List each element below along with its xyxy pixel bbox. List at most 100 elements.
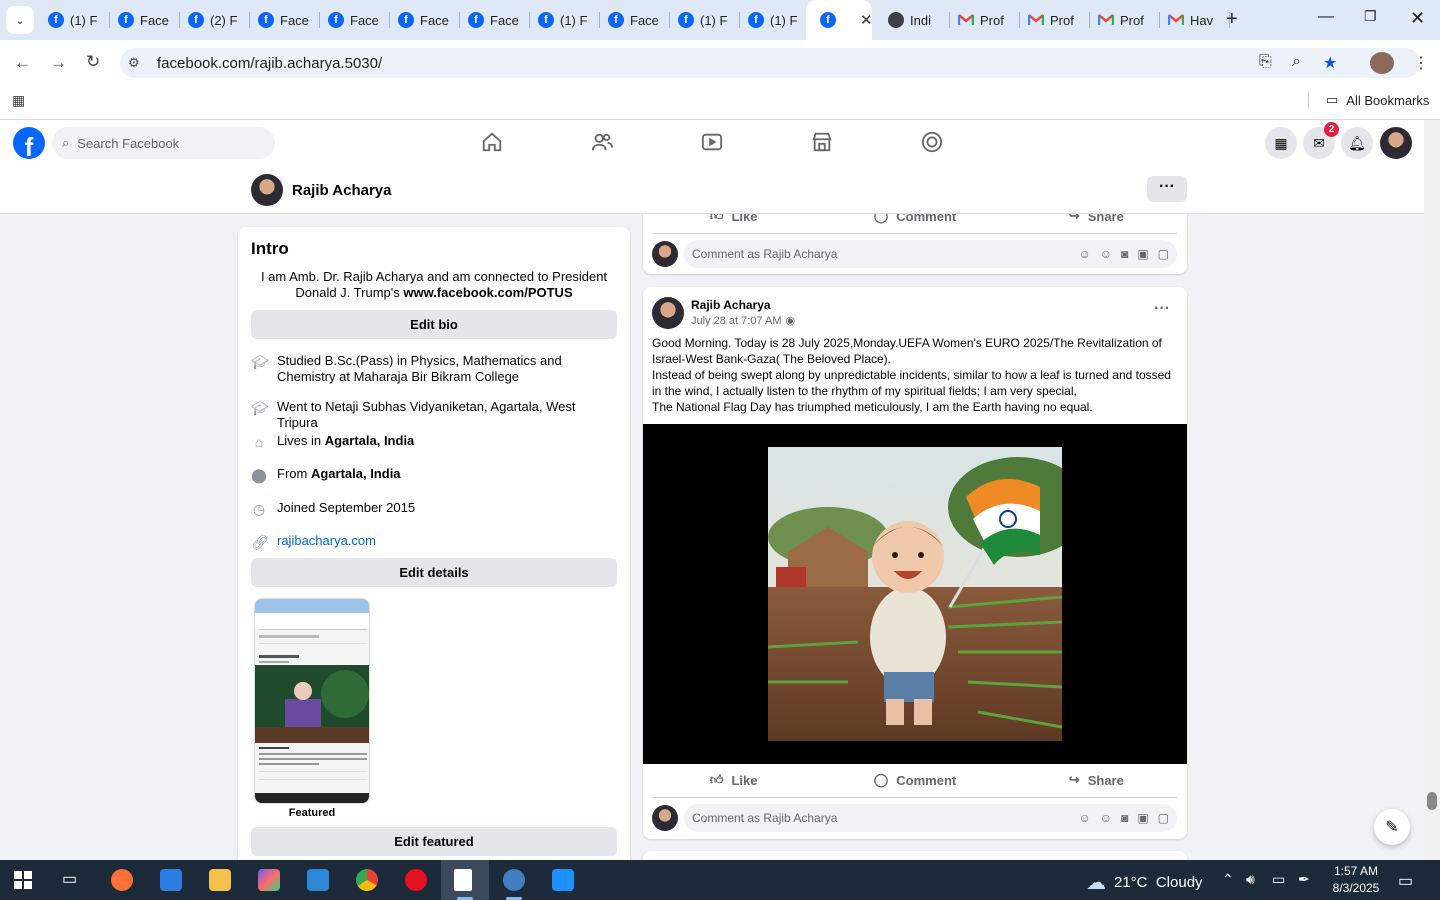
camera-icon[interactable]: ◙ — [1121, 811, 1128, 825]
minimize-button[interactable]: — — [1318, 8, 1334, 26]
browser-tab[interactable]: f ✕ — [806, 0, 872, 40]
forward-button[interactable]: → — [50, 53, 67, 73]
tray-overflow-icon[interactable]: ⌃ — [1222, 871, 1234, 888]
browser-tab[interactable]: f (1) F — [740, 8, 810, 32]
page-scrollbar[interactable] — [1424, 120, 1440, 860]
new-message-button[interactable]: ✎ — [1374, 809, 1410, 845]
nav-video[interactable] — [701, 131, 725, 155]
bookmark-star-icon[interactable]: ★ — [1323, 53, 1337, 73]
notepad-icon[interactable] — [454, 869, 472, 891]
back-button[interactable]: ← — [14, 53, 31, 73]
menu-grid-button[interactable]: ▦ — [1265, 127, 1297, 159]
all-bookmarks-button[interactable]: ▭ All Bookmarks — [1326, 92, 1429, 108]
post-image[interactable] — [768, 447, 1062, 741]
browser-tab[interactable]: f (1) F — [40, 8, 110, 32]
google-icon[interactable] — [356, 869, 378, 891]
task-view-icon[interactable]: ▭ — [62, 869, 77, 889]
browser-tab[interactable]: Prof — [950, 8, 1020, 32]
profile-more-button-overlay[interactable]: ··· — [1147, 176, 1187, 202]
emoji-icon[interactable]: ☺ — [1100, 811, 1112, 825]
tab-search-button[interactable]: ⌄ — [6, 6, 34, 34]
like-button[interactable]: 👍︎ Like — [643, 765, 824, 795]
edit-bio-button[interactable]: Edit bio — [251, 310, 617, 339]
comment-input[interactable] — [692, 811, 1052, 825]
profile-avatar-overlay[interactable] — [251, 174, 283, 206]
browser-tab[interactable]: f Face — [250, 8, 320, 32]
taskbar-clock[interactable]: 1:57 AM 8/3/2025 — [1326, 863, 1386, 897]
file-explorer-icon[interactable] — [209, 869, 231, 891]
maximize-button[interactable]: ❐ — [1364, 8, 1377, 25]
scrollbar-thumb[interactable] — [1427, 792, 1437, 810]
gif-icon[interactable]: ▣ — [1137, 811, 1148, 825]
apps-grid-icon[interactable]: ▦ — [12, 92, 25, 109]
nav-gaming[interactable] — [921, 131, 945, 155]
nav-marketplace[interactable] — [811, 131, 835, 155]
camera-icon[interactable]: ◙ — [1121, 247, 1128, 261]
opera-icon[interactable] — [405, 869, 427, 891]
new-tab-button[interactable]: + — [1226, 8, 1238, 31]
microsoft-store-icon[interactable] — [307, 869, 329, 891]
copilot-icon[interactable] — [258, 869, 280, 891]
edit-featured-button[interactable]: Edit featured — [251, 827, 617, 856]
site-settings-icon[interactable]: ⚙ — [128, 55, 140, 71]
nav-friends[interactable] — [591, 131, 615, 155]
notifications-button[interactable]: 🔔︎ — [1341, 127, 1373, 159]
post-author-avatar[interactable] — [652, 297, 684, 329]
avatar-sticker-icon[interactable]: ☺ — [1079, 811, 1091, 825]
browser-tab[interactable]: Indi — [880, 8, 950, 32]
nav-home[interactable] — [481, 131, 505, 155]
chrome-icon[interactable] — [503, 869, 525, 891]
browser-tab[interactable]: Prof — [1020, 8, 1090, 32]
facebook-logo[interactable]: f — [13, 127, 45, 159]
network-icon[interactable]: ▭ — [1272, 871, 1285, 888]
account-avatar[interactable] — [1380, 127, 1412, 159]
close-tab-icon[interactable]: ✕ — [860, 11, 872, 29]
close-window-button[interactable]: ✕ — [1410, 8, 1425, 29]
photos-icon[interactable] — [552, 869, 574, 891]
comment-box[interactable]: ☺ ☺ ◙ ▣ ▢ — [684, 804, 1177, 832]
browser-profile-avatar[interactable] — [1370, 52, 1394, 74]
browser-tab[interactable]: f Face — [460, 8, 530, 32]
windows-start-icon[interactable] — [14, 871, 32, 889]
avatar-sticker-icon[interactable]: ☺ — [1079, 247, 1091, 261]
browser-menu-icon[interactable]: ⋮ — [1413, 53, 1429, 73]
browser-tab[interactable]: Hav — [1160, 8, 1230, 32]
featured-thumbnail[interactable] — [254, 598, 370, 804]
firefox-icon[interactable] — [111, 869, 133, 891]
website-link[interactable]: rajibacharya.com — [277, 533, 376, 549]
share-button[interactable]: ↪ Share — [1006, 765, 1187, 795]
reload-button[interactable]: ↻ — [86, 52, 100, 72]
emoji-icon[interactable]: ☺ — [1100, 247, 1112, 261]
browser-tab[interactable]: Prof — [1090, 8, 1160, 32]
browser-tab[interactable]: f (2) F — [180, 8, 250, 32]
post-options-button[interactable]: ··· — [1154, 300, 1170, 318]
comment-button[interactable]: ◯ Comment — [824, 765, 1005, 795]
comment-box[interactable]: ☺ ☺ ◙ ▣ ▢ — [684, 240, 1177, 268]
comment-input[interactable] — [692, 247, 1052, 261]
post-timestamp[interactable]: July 28 at 7:07 AM ◉ — [691, 314, 795, 328]
search-input[interactable] — [77, 135, 248, 151]
browser-tab[interactable]: f (1) F — [670, 8, 740, 32]
sticker-icon[interactable]: ▢ — [1158, 247, 1169, 261]
post-author-name[interactable]: Rajib Acharya — [691, 298, 771, 312]
app-icon[interactable] — [160, 869, 182, 891]
facebook-search[interactable]: ⌕ — [52, 127, 275, 159]
weather-widget[interactable]: ☁ 21°C Cloudy — [1086, 870, 1203, 895]
edit-details-button[interactable]: Edit details — [251, 558, 617, 587]
sticker-icon[interactable]: ▢ — [1158, 811, 1169, 825]
zoom-icon[interactable]: ⌕ — [1292, 53, 1301, 71]
pen-icon[interactable]: ✒ — [1298, 871, 1310, 888]
install-app-icon[interactable]: ⎘ — [1259, 53, 1272, 71]
notifications-center-icon[interactable]: ▭ — [1398, 871, 1413, 891]
bio-link[interactable]: www.facebook.com/POTUS — [403, 285, 572, 300]
browser-tab[interactable]: f (1) F — [530, 8, 600, 32]
browser-tab[interactable]: f Face — [600, 8, 670, 32]
volume-icon[interactable]: 🔊︎ — [1246, 871, 1255, 888]
profile-name-overlay[interactable]: Rajib Acharya — [292, 182, 392, 199]
featured-label: Featured — [288, 807, 336, 819]
url-text[interactable]: facebook.com/rajib.acharya.5030/ — [157, 55, 382, 72]
browser-tab[interactable]: f Face — [110, 8, 180, 32]
browser-tab[interactable]: f Face — [390, 8, 460, 32]
browser-tab[interactable]: f Face — [320, 8, 390, 32]
gif-icon[interactable]: ▣ — [1137, 247, 1148, 261]
